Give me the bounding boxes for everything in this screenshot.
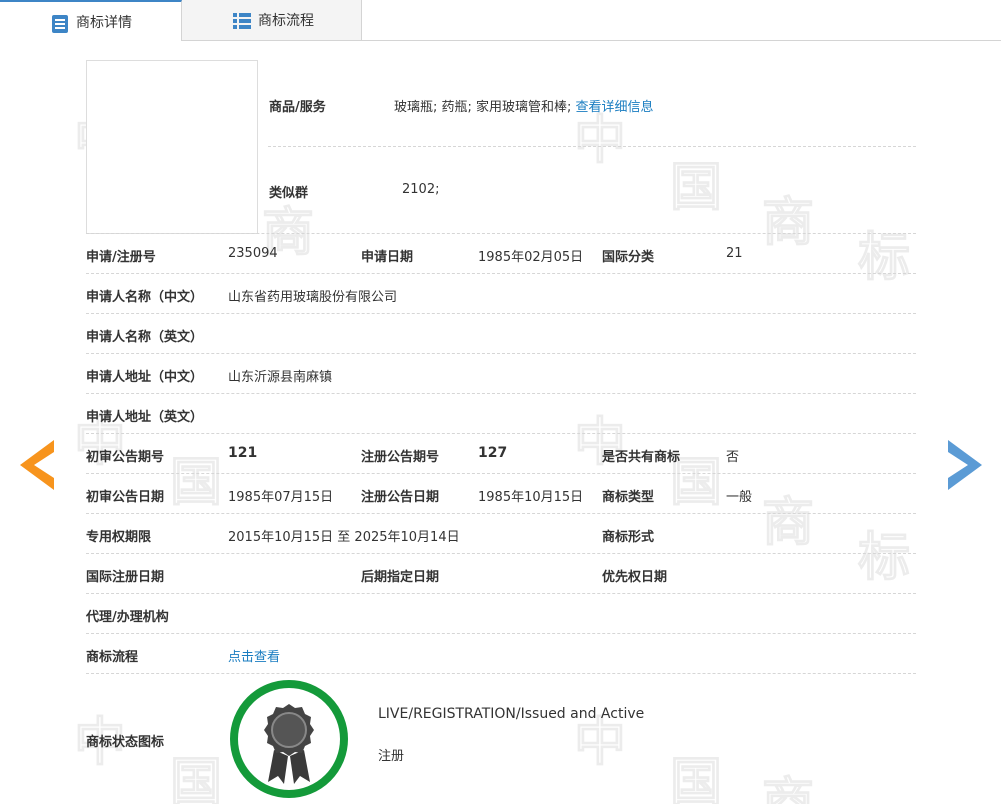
watermark-biao: 标 [857, 228, 911, 289]
divider [86, 233, 916, 234]
tab-bar: 商标详情 商标流程 [0, 0, 1001, 41]
trademark-image [86, 60, 258, 234]
app-date-label: 申请日期 [361, 250, 414, 265]
intl-reg-date-label: 国际注册日期 [86, 570, 165, 585]
mark-type-value: 一般 [726, 490, 753, 505]
reg-pub-date-value: 1985年10月15日 [478, 490, 584, 505]
tab-trademark-detail[interactable]: 商标详情 [0, 0, 182, 41]
tab-label: 商标详情 [76, 14, 132, 31]
divider [86, 433, 916, 434]
arrow-right-icon[interactable] [948, 440, 982, 490]
exclusive-period-label: 专用权期限 [86, 530, 152, 545]
reg-pub-no-value: 127 [478, 445, 508, 461]
divider [86, 473, 916, 474]
goods-value: 玻璃瓶; 药瓶; 家用玻璃管和棒; 查看详细信息 [394, 96, 654, 115]
divider [268, 146, 916, 147]
priority-date-label: 优先权日期 [602, 570, 668, 585]
address-cn-label: 申请人地址（中文） [86, 370, 204, 385]
status-cn-text: 注册 [378, 749, 405, 764]
intl-class-label: 国际分类 [602, 250, 655, 265]
watermark-shang: 商 [761, 773, 815, 804]
document-list-icon [52, 15, 68, 33]
watermark-shang: 商 [761, 493, 815, 554]
mark-type-label: 商标类型 [602, 490, 655, 505]
watermark-guo: 国 [169, 453, 223, 514]
goods-text: 玻璃瓶; 药瓶; 家用玻璃管和棒; [394, 100, 572, 115]
divider [86, 593, 916, 594]
address-en-label: 申请人地址（英文） [86, 410, 204, 425]
shared-value: 否 [726, 450, 740, 465]
prelim-no-value: 121 [228, 445, 258, 461]
arrow-left-icon[interactable] [20, 440, 54, 490]
divider [86, 553, 916, 554]
watermark-guo: 国 [169, 753, 223, 804]
tab-label: 商标流程 [258, 13, 314, 29]
status-badge [230, 680, 348, 798]
divider [86, 353, 916, 354]
prelim-date-value: 1985年07月15日 [228, 490, 334, 505]
prelim-no-label: 初审公告期号 [86, 450, 165, 465]
reg-no-label: 申请/注册号 [86, 250, 156, 265]
list-icon [233, 13, 251, 29]
intl-class-value: 21 [726, 246, 743, 261]
view-process-link[interactable]: 点击查看 [228, 646, 280, 665]
similar-group-value: 2102; [402, 182, 440, 197]
reg-pub-date-label: 注册公告日期 [361, 490, 440, 505]
divider [86, 393, 916, 394]
reg-no-value: 235094 [228, 246, 278, 261]
address-cn-value: 山东沂源县南麻镇 [228, 370, 333, 385]
shared-label: 是否共有商标 [602, 450, 681, 465]
award-ribbon-icon [264, 704, 314, 784]
watermark-shang: 商 [761, 193, 815, 254]
status-en-text: LIVE/REGISTRATION/Issued and Active [378, 706, 645, 722]
similar-group-label: 类似群 [269, 186, 309, 201]
agent-label: 代理/办理机构 [86, 610, 169, 625]
tab-trademark-flow[interactable]: 商标流程 [182, 0, 362, 40]
process-label: 商标流程 [86, 650, 139, 665]
divider [86, 273, 916, 274]
status-label: 商标状态图标 [86, 735, 165, 750]
later-date-label: 后期指定日期 [361, 570, 440, 585]
applicant-en-label: 申请人名称（英文） [86, 330, 204, 345]
divider [86, 513, 916, 514]
reg-pub-no-label: 注册公告期号 [361, 450, 440, 465]
applicant-cn-label: 申请人名称（中文） [86, 290, 204, 305]
exclusive-period-value: 2015年10月15日 至 2025年10月14日 [228, 530, 460, 545]
watermark-guo: 国 [669, 158, 723, 219]
divider [86, 633, 916, 634]
view-details-link[interactable]: 查看详细信息 [576, 100, 654, 115]
applicant-cn-value: 山东省药用玻璃股份有限公司 [228, 290, 398, 305]
mark-form-label: 商标形式 [602, 530, 655, 545]
divider [86, 313, 916, 314]
app-date-value: 1985年02月05日 [478, 250, 584, 265]
prelim-date-label: 初审公告日期 [86, 490, 165, 505]
divider [86, 673, 916, 674]
watermark-guo: 国 [669, 753, 723, 804]
goods-label: 商品/服务 [269, 100, 326, 115]
